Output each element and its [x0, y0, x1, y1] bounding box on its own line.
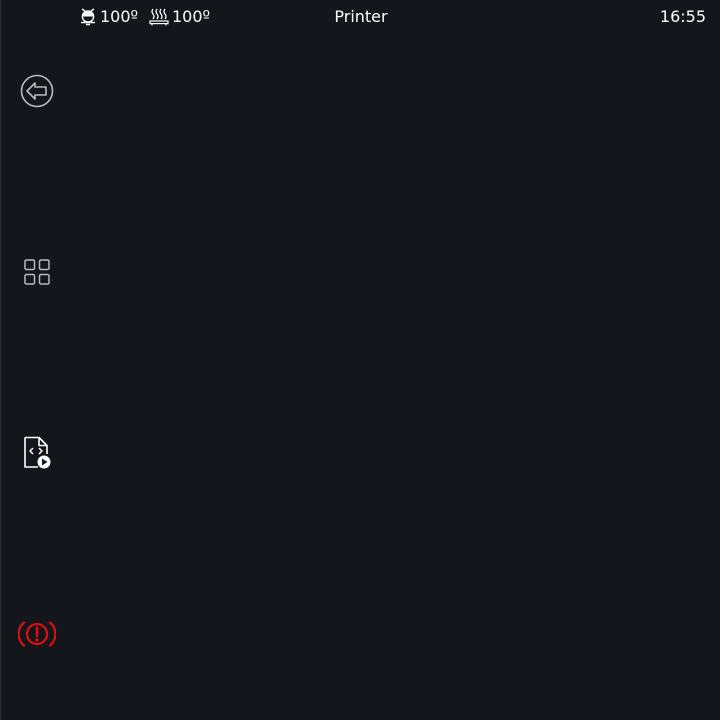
- extruder-temperature-value: 100º: [100, 7, 139, 26]
- clock: 16:55: [659, 7, 706, 26]
- main-menu-button[interactable]: [1, 236, 73, 308]
- printer-screen: 100º 100º Printer 16:55: [0, 0, 720, 720]
- top-bar: 100º 100º Printer 16:55: [1, 0, 720, 36]
- file-code-play-icon: [24, 436, 51, 469]
- heated-bed-icon: [149, 8, 169, 26]
- main-content-area: [73, 36, 720, 720]
- emergency-stop-icon: [18, 621, 56, 647]
- page-title: Printer: [334, 7, 388, 26]
- bed-temperature-value: 100º: [172, 7, 211, 26]
- grid-icon: [24, 259, 50, 285]
- sidebar: [1, 36, 73, 720]
- extruder-icon: [81, 8, 95, 26]
- back-arrow-circle-icon: [20, 74, 54, 108]
- emergency-stop-button[interactable]: [1, 598, 73, 670]
- back-button[interactable]: [1, 55, 73, 127]
- bed-temperature[interactable]: 100º: [149, 7, 210, 27]
- macros-button[interactable]: [1, 417, 73, 489]
- extruder-temperature[interactable]: 100º: [79, 7, 138, 27]
